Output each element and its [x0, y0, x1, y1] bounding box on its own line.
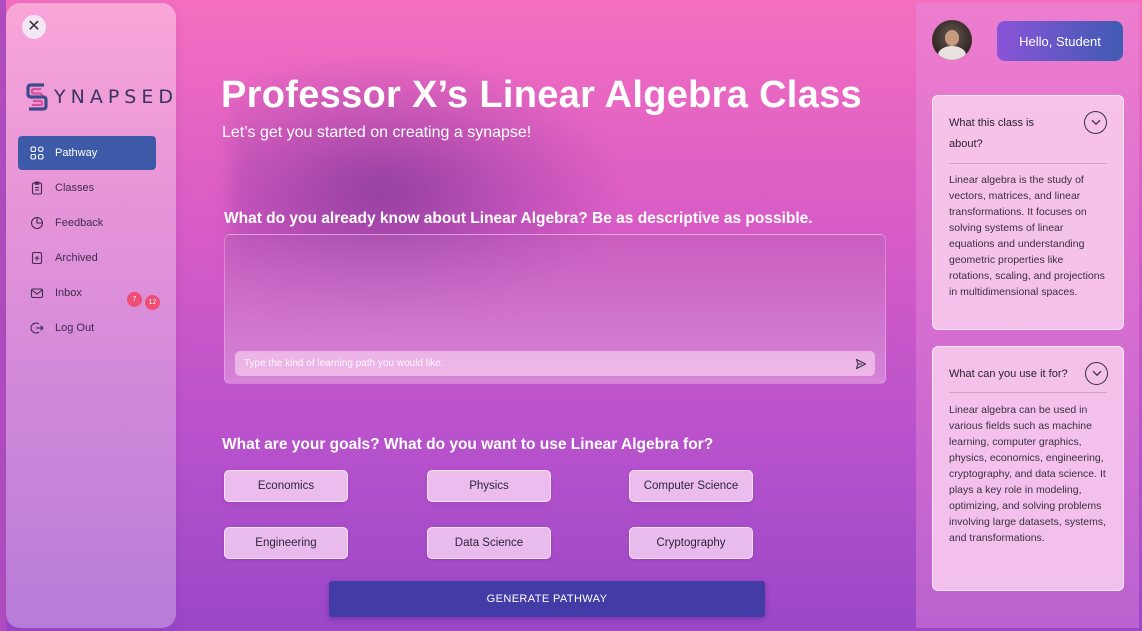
goals-question: What are your goals? What do you want to…: [222, 436, 714, 453]
learning-path-input[interactable]: [235, 351, 875, 376]
avatar-face: [945, 30, 959, 46]
goal-data-science-button[interactable]: Data Science: [427, 527, 551, 559]
synapsed-s-logo-icon: [26, 83, 48, 111]
sidebar-item-archived[interactable]: Archived: [18, 241, 156, 275]
sidebar-item-classes[interactable]: Classes: [18, 171, 156, 205]
grid-icon: [30, 146, 44, 160]
logo-text: YNAPSED: [54, 86, 178, 108]
avatar-body: [938, 46, 966, 60]
sidebar-item-label: Log Out: [55, 322, 95, 334]
sidebar-item-label: Archived: [55, 252, 98, 264]
goal-physics-button[interactable]: Physics: [427, 470, 551, 502]
info-card-header: What can you use it for?: [933, 347, 1123, 392]
goal-computer-science-button[interactable]: Computer Science: [629, 470, 753, 502]
clipboard-icon: [30, 181, 44, 195]
archive-icon: [30, 251, 44, 265]
close-button[interactable]: ✕: [22, 15, 46, 39]
generate-pathway-button[interactable]: GENERATE PATHWAY: [329, 581, 765, 617]
inbox-count-badge: 7: [127, 292, 142, 307]
info-card-title-line: What can you use it for?: [949, 368, 1068, 380]
logo: YNAPSED: [26, 81, 178, 113]
logout-icon: [30, 321, 44, 335]
info-card-title-line: about?: [949, 138, 983, 150]
info-card-body: Linear algebra is the study of vectors, …: [949, 174, 1105, 298]
expand-about-button[interactable]: [1084, 111, 1107, 134]
goal-economics-button[interactable]: Economics: [224, 470, 348, 502]
sidebar-nav: Pathway Classes Feedback 12 Archived Inb…: [18, 136, 160, 346]
sidebar-item-label: Inbox: [55, 287, 82, 299]
sidebar-item-label: Feedback: [55, 217, 104, 229]
info-card-body: Linear algebra can be used in various fi…: [949, 404, 1106, 544]
page-title: Professor X’s Linear Algebra Class: [221, 74, 862, 116]
sidebar-item-feedback[interactable]: Feedback 12: [18, 206, 160, 310]
goal-cryptography-button[interactable]: Cryptography: [629, 527, 753, 559]
info-card-about: What this class is about? Linear algebra…: [932, 95, 1124, 330]
knowledge-question: What do you already know about Linear Al…: [224, 210, 813, 227]
pie-chart-icon: [30, 216, 44, 230]
avatar[interactable]: [932, 20, 972, 60]
send-button[interactable]: [852, 355, 870, 373]
send-icon: [855, 358, 867, 370]
greeting-button[interactable]: Hello, Student: [997, 21, 1123, 61]
envelope-icon: [30, 286, 44, 300]
sidebar-item-log-out[interactable]: Log Out: [18, 311, 156, 345]
knowledge-text-area[interactable]: [224, 234, 886, 384]
info-card-uses: What can you use it for? Linear algebra …: [932, 346, 1124, 591]
close-icon: ✕: [27, 18, 41, 35]
sidebar-item-pathway[interactable]: Pathway: [18, 136, 156, 170]
chevron-down-icon: [1092, 370, 1101, 377]
sidebar-item-label: Classes: [55, 182, 95, 194]
info-card-header: What this class is about?: [933, 96, 1123, 163]
goal-engineering-button[interactable]: Engineering: [224, 527, 348, 559]
chevron-down-icon: [1091, 119, 1100, 126]
page-subtitle: Let’s get you started on creating a syna…: [222, 124, 532, 141]
sidebar: ✕ YNAPSED Pathway Classes Feedback 12 Ar…: [6, 3, 176, 628]
sidebar-item-label: Pathway: [55, 147, 98, 159]
expand-uses-button[interactable]: [1085, 362, 1108, 385]
